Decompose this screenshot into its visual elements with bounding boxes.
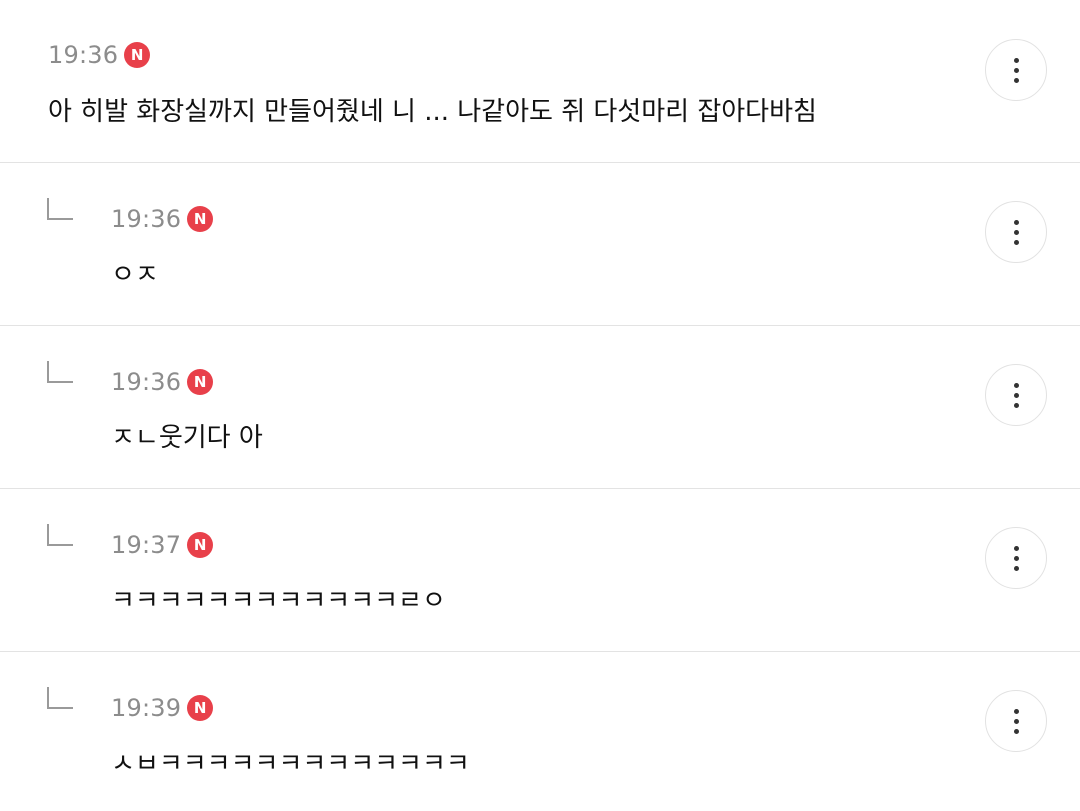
- more-options-button[interactable]: [985, 690, 1047, 752]
- new-badge: N: [124, 42, 151, 68]
- comment-item: 19:36 N 아 히발 화장실까지 만들어줬네 니 ... 나같아도 쥐 다섯…: [0, 0, 1080, 162]
- new-badge: N: [187, 532, 214, 558]
- new-badge: N: [187, 369, 214, 395]
- comment-meta: 19:36 N: [48, 40, 151, 70]
- comment-text: 아 히발 화장실까지 만들어줬네 니 ... 나같아도 쥐 다섯마리 잡아다바침: [48, 97, 817, 127]
- more-vertical-icon: [1013, 382, 1019, 388]
- new-badge: N: [187, 206, 214, 232]
- more-options-button[interactable]: [985, 527, 1047, 589]
- reply-item: 19:39 N ㅅㅂㅋㅋㅋㅋㅋㅋㅋㅋㅋㅋㅋㅋㅋ: [0, 652, 1080, 811]
- reply-arrow-icon: [47, 198, 73, 220]
- more-vertical-icon: [1013, 708, 1019, 714]
- reply-item: 19:37 N ㅋㅋㅋㅋㅋㅋㅋㅋㅋㅋㅋㅋㄹㅇ: [0, 489, 1080, 651]
- comment-time: 19:36: [111, 368, 182, 396]
- comment-time: 19:39: [111, 694, 182, 722]
- comment-text: ㅈㄴ웃기다 아: [111, 423, 263, 453]
- more-options-button[interactable]: [985, 39, 1047, 101]
- comment-time: 19:36: [111, 205, 182, 233]
- comment-meta: 19:39 N: [111, 693, 214, 723]
- comment-text: ㅋㅋㅋㅋㅋㅋㅋㅋㅋㅋㅋㅋㄹㅇ: [111, 586, 446, 616]
- reply-arrow-icon: [47, 361, 73, 383]
- comment-text: ㅅㅂㅋㅋㅋㅋㅋㅋㅋㅋㅋㅋㅋㅋㅋ: [111, 749, 470, 779]
- reply-arrow-icon: [47, 687, 73, 709]
- comment-meta: 19:36 N: [111, 367, 214, 397]
- comment-time: 19:36: [48, 41, 119, 69]
- comment-text: ㅇㅈ: [111, 260, 159, 290]
- reply-arrow-icon: [47, 524, 73, 546]
- reply-item: 19:36 N ㅇㅈ: [0, 163, 1080, 325]
- comment-meta: 19:37 N: [111, 530, 214, 560]
- more-vertical-icon: [1013, 545, 1019, 551]
- more-options-button[interactable]: [985, 201, 1047, 263]
- comment-list: 19:36 N 아 히발 화장실까지 만들어줬네 니 ... 나같아도 쥐 다섯…: [0, 0, 1080, 811]
- more-options-button[interactable]: [985, 364, 1047, 426]
- comment-meta: 19:36 N: [111, 204, 214, 234]
- more-vertical-icon: [1013, 57, 1019, 63]
- reply-item: 19:36 N ㅈㄴ웃기다 아: [0, 326, 1080, 488]
- comment-time: 19:37: [111, 531, 182, 559]
- new-badge: N: [187, 695, 214, 721]
- more-vertical-icon: [1013, 219, 1019, 225]
